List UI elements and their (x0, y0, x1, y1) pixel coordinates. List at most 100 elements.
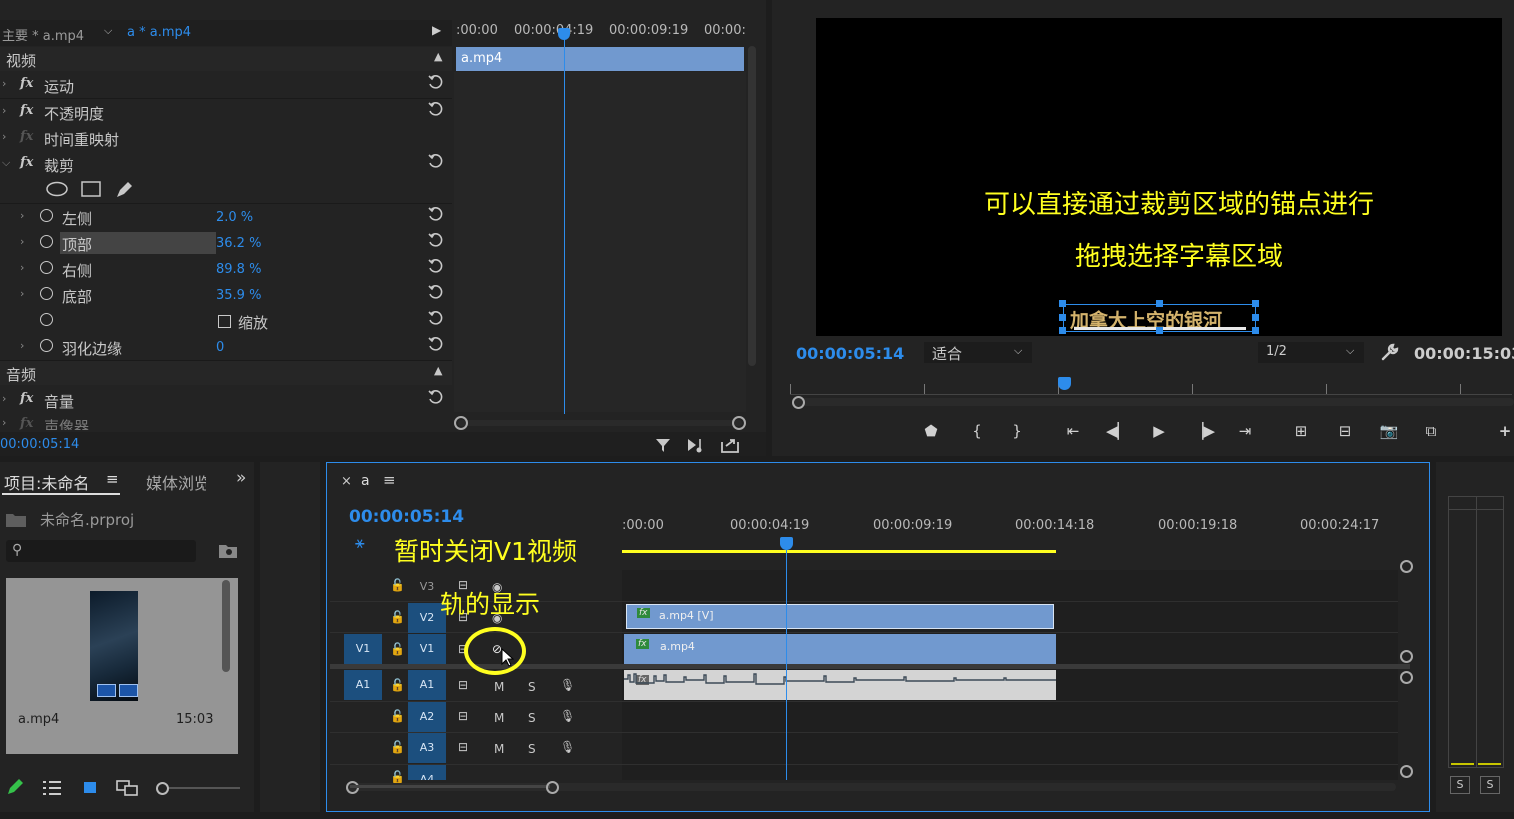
mini-zoom-bar[interactable] (454, 416, 746, 430)
play-icon[interactable]: ▶ (1148, 422, 1170, 444)
comparison-view-icon[interactable]: ⧉ (1420, 422, 1442, 444)
pen-mask-icon[interactable] (114, 180, 134, 200)
fx-icon[interactable]: fx (20, 76, 33, 91)
mini-scrollbar[interactable] (748, 46, 756, 366)
track-label-a2[interactable]: A2 (408, 702, 446, 732)
crop-anchor[interactable] (1252, 314, 1259, 321)
reset-icon[interactable] (428, 153, 444, 169)
hamburger-menu-icon[interactable]: ≡ (383, 471, 396, 489)
lock-icon[interactable]: 🔓 (390, 709, 405, 723)
crop-param-left[interactable]: › 左侧 2.0 % (0, 204, 452, 231)
crop-param-bottom[interactable]: › 底部 35.9 % (0, 282, 452, 309)
sync-lock-icon[interactable]: ⊟ (458, 740, 468, 754)
tab-primary[interactable]: 主要 * a.mp4 (2, 25, 84, 44)
lock-icon[interactable]: 🔓 (390, 610, 405, 624)
stopwatch-icon[interactable] (40, 261, 53, 274)
stopwatch-icon[interactable] (40, 209, 53, 222)
reset-icon[interactable] (428, 232, 444, 248)
extract-icon[interactable]: ⊟ (1334, 422, 1356, 444)
ellipse-mask-icon[interactable] (46, 181, 68, 197)
reset-icon[interactable] (428, 101, 444, 117)
lock-icon[interactable]: 🔓 (390, 678, 405, 692)
effect-row-crop[interactable]: ⌵ fx 裁剪 (0, 151, 452, 178)
close-sequence-icon[interactable]: × (341, 474, 352, 489)
crop-anchor[interactable] (1059, 327, 1066, 334)
wrench-icon[interactable] (1380, 342, 1400, 362)
param-value[interactable]: 2.0 % (216, 210, 253, 225)
expand-arrow-icon[interactable]: ▶ (432, 23, 441, 37)
chevron-right-icon[interactable]: › (20, 287, 24, 300)
mute-button[interactable]: M (494, 680, 504, 694)
effect-controls-timecode[interactable]: 00:00:05:14 (0, 437, 79, 452)
chevron-right-icon[interactable]: › (20, 209, 24, 222)
meter-solo-right[interactable]: S (1480, 776, 1500, 794)
microphone-icon[interactable]: 🎙 (560, 678, 575, 692)
fx-icon[interactable]: fx (20, 391, 33, 406)
mini-playhead[interactable] (564, 28, 565, 414)
chevron-right-icon[interactable]: › (20, 235, 24, 248)
project-search-input[interactable]: ⚲ (6, 540, 196, 562)
resolution-select[interactable]: 1/2 ⌵ (1258, 342, 1364, 363)
program-playhead[interactable] (1058, 377, 1071, 390)
sequence-tab[interactable]: a (361, 473, 370, 489)
stopwatch-icon[interactable] (40, 313, 53, 326)
stopwatch-icon[interactable] (40, 287, 53, 300)
source-patch-v1[interactable]: V1 (344, 634, 382, 664)
crop-anchor[interactable] (1156, 300, 1163, 307)
tab-media-browser[interactable]: 媒体浏览 (146, 470, 206, 494)
solo-button[interactable]: S (528, 742, 536, 756)
crop-anchor[interactable] (1156, 327, 1163, 334)
track-label-a4[interactable]: A4 (408, 765, 446, 780)
fit-select[interactable]: 适合 ⌵ (924, 342, 1032, 363)
crop-param-top[interactable]: › 顶部 36.2 % (0, 230, 452, 257)
more-tabs-icon[interactable]: » (236, 468, 246, 488)
mark-out-icon[interactable]: } (1006, 422, 1028, 444)
add-button-icon[interactable]: + (1494, 422, 1514, 444)
lock-icon[interactable]: 🔓 (390, 642, 405, 656)
source-patch-a1[interactable]: A1 (344, 670, 382, 700)
project-scrollbar[interactable] (222, 580, 230, 672)
tab-project[interactable]: 项目:未命名 (4, 470, 89, 494)
clip-v2[interactable]: fx a.mp4 [V] (626, 604, 1054, 629)
play-audio-icon[interactable] (686, 436, 708, 454)
chevron-down-icon[interactable]: ⌵ (2, 156, 10, 170)
reset-icon[interactable] (428, 284, 444, 300)
stopwatch-icon[interactable] (40, 339, 53, 352)
chevron-right-icon[interactable]: › (2, 77, 6, 90)
crop-anchor[interactable] (1252, 327, 1259, 334)
program-video-frame[interactable]: 可以直接通过裁剪区域的锚点进行 拖拽选择字幕区域 加拿大上空的银河 (816, 18, 1502, 336)
crop-param-right[interactable]: › 右侧 89.8 % (0, 256, 452, 283)
param-value[interactable]: 35.9 % (216, 288, 261, 303)
chevron-down-icon[interactable]: ⌵ (104, 24, 112, 38)
track-label-a1[interactable]: A1 (408, 670, 446, 700)
chevron-right-icon[interactable]: › (2, 130, 6, 143)
stopwatch-icon[interactable] (40, 235, 53, 248)
lock-icon[interactable]: 🔓 (390, 740, 405, 754)
crop-anchor[interactable] (1059, 300, 1066, 307)
sync-lock-icon[interactable]: ⊟ (458, 709, 468, 723)
reset-icon[interactable] (428, 258, 444, 274)
lock-icon[interactable]: 🔓 (390, 578, 405, 592)
microphone-icon[interactable]: 🎙 (560, 740, 575, 754)
tab-secondary[interactable]: a * a.mp4 (127, 25, 191, 40)
audio-section-header[interactable]: 音频 ▲ (0, 361, 452, 385)
go-to-out-icon[interactable]: ⇥ (1234, 422, 1256, 444)
hamburger-menu-icon[interactable]: ≡ (106, 470, 119, 488)
solo-button[interactable]: S (528, 680, 536, 694)
crop-param-zoom[interactable]: 缩放 (0, 308, 452, 335)
program-zoom-bar[interactable] (792, 396, 1514, 409)
program-timecode[interactable]: 00:00:05:14 (796, 344, 904, 363)
solo-button[interactable]: S (528, 711, 536, 725)
param-value[interactable]: 89.8 % (216, 262, 261, 277)
filter-icon[interactable] (654, 436, 672, 454)
reset-icon[interactable] (428, 206, 444, 222)
crop-param-feather[interactable]: › 羽化边缘 0 (0, 334, 452, 361)
camera-icon[interactable]: 📷 (1378, 422, 1400, 444)
clip-v1[interactable]: fx a.mp4 (624, 634, 1056, 664)
mini-time-ruler[interactable]: :00:00 00:00:04:19 00:00:09:19 00:00: (454, 20, 746, 46)
meter-solo-left[interactable]: S (1450, 776, 1470, 794)
crop-anchor[interactable] (1252, 300, 1259, 307)
effect-row-volume[interactable]: › fx 音量 (0, 387, 452, 414)
reset-icon[interactable] (428, 310, 444, 326)
timeline-timecode[interactable]: 00:00:05:14 (349, 507, 464, 527)
